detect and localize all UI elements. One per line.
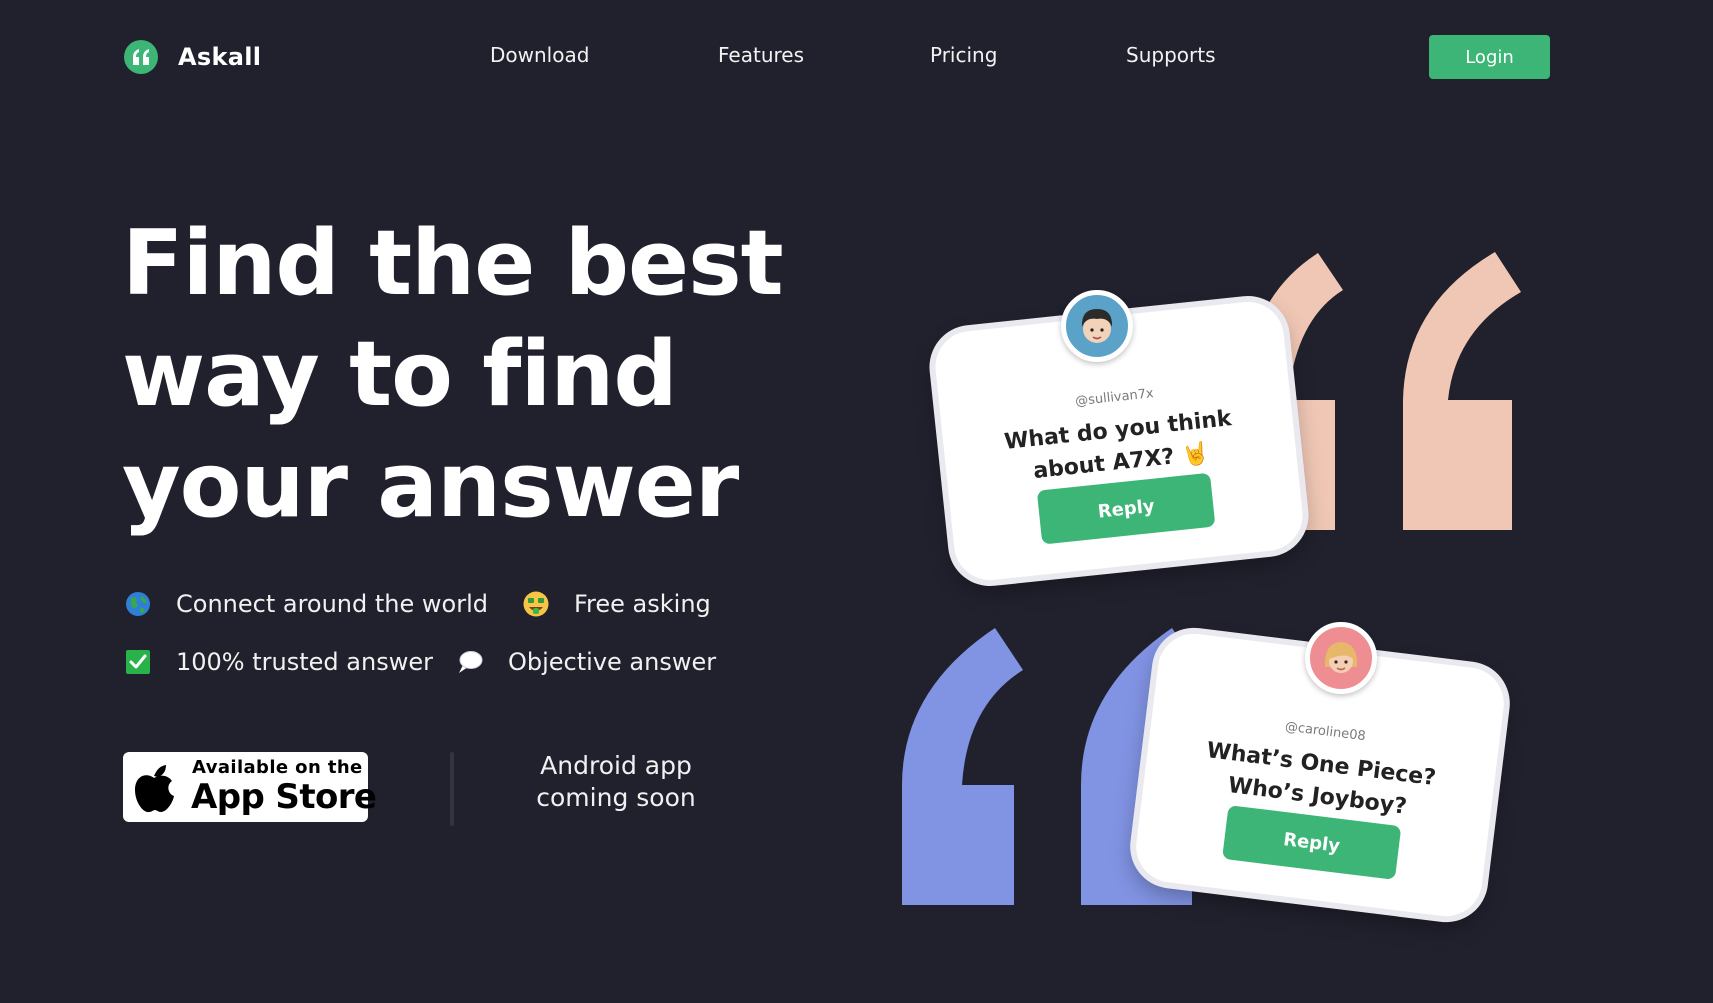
avatar — [1305, 622, 1377, 694]
blue-quote-shape — [902, 628, 1023, 905]
boy-avatar-icon — [1081, 309, 1113, 343]
girl-avatar-icon — [1324, 642, 1358, 673]
peach-quote-shape — [1403, 252, 1521, 530]
avatar — [1061, 290, 1133, 362]
